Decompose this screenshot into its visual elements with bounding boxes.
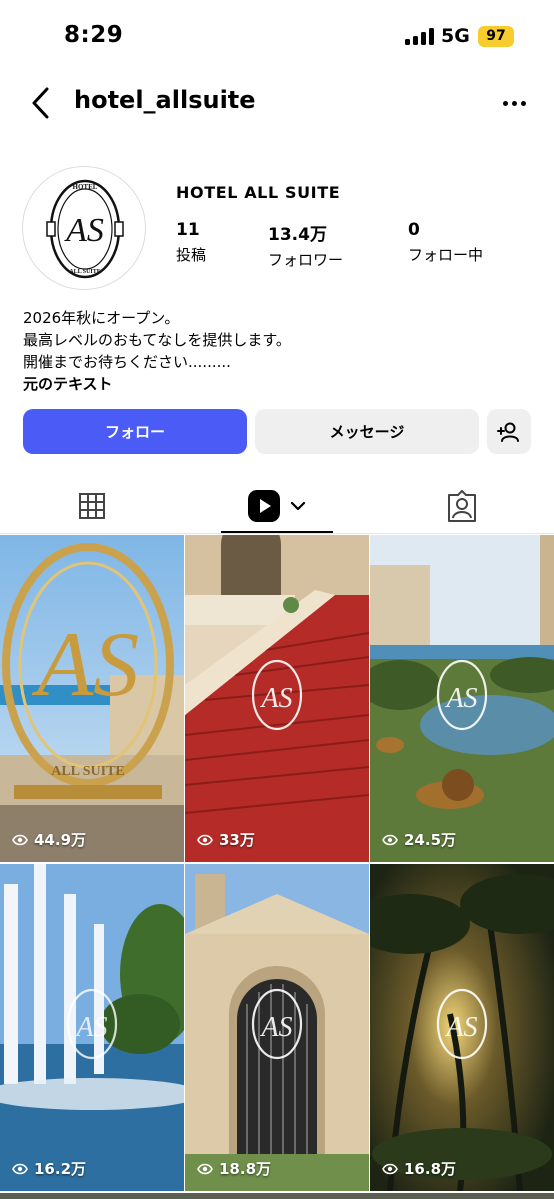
- tab-tagged[interactable]: [370, 478, 554, 534]
- more-button[interactable]: [494, 86, 534, 120]
- view-count: 33万: [197, 829, 255, 850]
- see-original-link[interactable]: 元のテキスト: [23, 373, 291, 395]
- next-row-peek: [0, 1193, 554, 1199]
- add-person-icon: [497, 422, 519, 442]
- tagged-person-icon: [448, 490, 476, 522]
- reel-thumbnail[interactable]: AS 18.8万: [185, 864, 369, 1191]
- message-button[interactable]: メッセージ: [255, 409, 479, 454]
- gate-entrance-scene: AS: [185, 864, 369, 1191]
- golden-logo-scene: AS ALL SUITE: [0, 535, 184, 862]
- view-count: 44.9万: [12, 829, 86, 850]
- stat-label: フォロー中: [408, 246, 484, 264]
- red-staircase-scene: AS: [185, 535, 369, 862]
- bio-line: 最高レベルのおもてなしを提供します。: [23, 331, 291, 349]
- eye-icon: [197, 834, 213, 845]
- reel-thumbnail[interactable]: AS ALL SUITE 44.9万: [0, 535, 184, 862]
- bio-line: 2026年秋にオープン。: [23, 309, 180, 327]
- view-count: 18.8万: [197, 1158, 271, 1179]
- svg-text:AS: AS: [259, 683, 292, 714]
- profile-display-name: HOTEL ALL SUITE: [176, 183, 341, 202]
- battery-icon: 97: [478, 26, 514, 47]
- profile-bio: 2026年秋にオープン。 最高レベルのおもてなしを提供します。 開催までお待ちく…: [23, 307, 291, 395]
- stat-value: 13.4万: [268, 225, 327, 245]
- tab-reels[interactable]: [184, 478, 370, 534]
- eye-icon: [382, 1163, 398, 1174]
- view-count-text: 24.5万: [404, 831, 457, 849]
- view-count: 16.2万: [12, 1158, 86, 1179]
- follow-button[interactable]: フォロー: [23, 409, 247, 454]
- view-count-text: 16.8万: [404, 1160, 457, 1178]
- network-type: 5G: [441, 25, 470, 47]
- reels-icon: [248, 490, 280, 522]
- view-count-text: 44.9万: [34, 831, 87, 849]
- lions-lagoon-scene: AS: [370, 535, 554, 862]
- eye-icon: [382, 834, 398, 845]
- svg-text:ALL SUITE: ALL SUITE: [69, 269, 101, 275]
- stat-followers[interactable]: 13.4万 フォロワー: [268, 220, 343, 270]
- reels-grid: AS ALL SUITE 44.9万 AS 33万 AS 24.5万 AS 16…: [0, 535, 554, 1199]
- svg-text:AS: AS: [31, 613, 139, 715]
- view-count: 24.5万: [382, 829, 456, 850]
- grid-icon: [79, 493, 105, 519]
- tab-grid[interactable]: [0, 478, 184, 534]
- status-time: 8:29: [64, 22, 124, 48]
- reel-thumbnail[interactable]: AS 16.8万: [370, 864, 554, 1191]
- signal-icon: [405, 28, 434, 45]
- chevron-left-icon: [32, 87, 49, 119]
- stat-label: 投稿: [176, 246, 207, 264]
- stat-value: 11: [176, 220, 200, 240]
- svg-text:AS: AS: [74, 1012, 107, 1043]
- reel-thumbnail[interactable]: AS 16.2万: [0, 864, 184, 1191]
- content-tabs: [0, 478, 554, 534]
- svg-text:AS: AS: [259, 1012, 292, 1043]
- back-button[interactable]: [24, 84, 58, 122]
- stat-following[interactable]: 0 フォロー中: [408, 220, 483, 265]
- svg-text:ALL SUITE: ALL SUITE: [51, 764, 125, 779]
- eye-icon: [12, 834, 28, 845]
- chevron-down-icon: [290, 501, 306, 511]
- view-count: 16.8万: [382, 1158, 456, 1179]
- eye-icon: [197, 1163, 213, 1174]
- hotel-logo-icon: AS HOTEL ALL SUITE: [46, 179, 124, 279]
- reel-thumbnail[interactable]: AS 33万: [185, 535, 369, 862]
- svg-text:AS: AS: [444, 1012, 477, 1043]
- stat-value: 0: [408, 220, 420, 240]
- active-tab-indicator: [221, 531, 333, 533]
- reel-thumbnail[interactable]: AS 24.5万: [370, 535, 554, 862]
- stat-posts[interactable]: 11 投稿: [176, 220, 206, 265]
- page-title: hotel_allsuite: [74, 86, 256, 114]
- view-count-text: 33万: [219, 831, 255, 849]
- fountain-scene: AS: [0, 864, 184, 1191]
- more-horizontal-icon: [502, 100, 508, 106]
- palm-jungle-scene: AS: [370, 864, 554, 1191]
- profile-header: hotel_allsuite: [0, 78, 554, 128]
- bio-line: 開催までお待ちください.........: [23, 353, 231, 371]
- status-bar: 8:29 5G 97: [0, 0, 554, 70]
- suggest-people-button[interactable]: [487, 409, 531, 454]
- stat-label: フォロワー: [268, 251, 344, 269]
- eye-icon: [12, 1163, 28, 1174]
- view-count-text: 16.2万: [34, 1160, 87, 1178]
- svg-text:HOTEL: HOTEL: [73, 183, 98, 191]
- view-count-text: 18.8万: [219, 1160, 272, 1178]
- svg-text:AS: AS: [444, 683, 477, 714]
- svg-text:AS: AS: [64, 212, 104, 249]
- avatar[interactable]: AS HOTEL ALL SUITE: [22, 166, 146, 290]
